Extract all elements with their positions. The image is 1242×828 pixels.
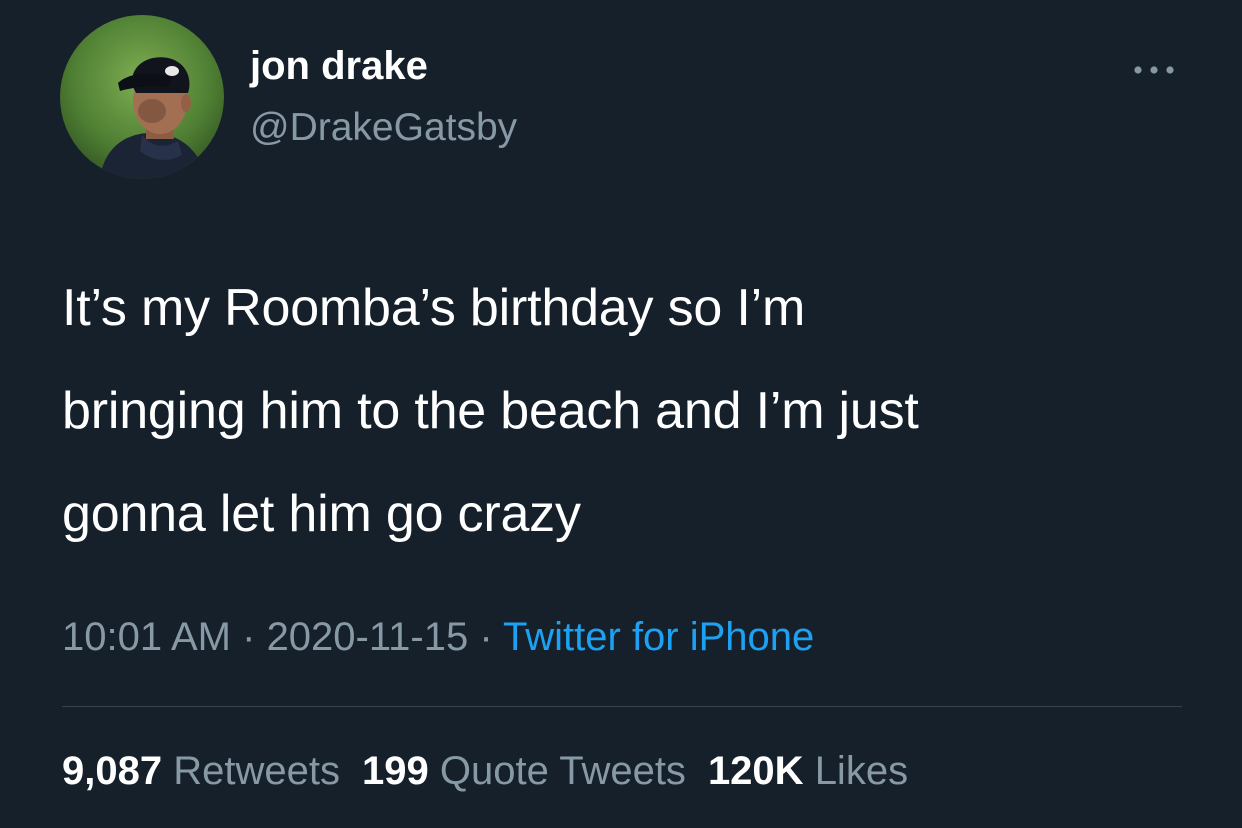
author-display-name[interactable]: jon drake [250,40,428,92]
retweets-stat[interactable]: 9,087 Retweets [62,745,340,797]
quote-tweets-stat[interactable]: 199 Quote Tweets [362,745,686,797]
more-options-button[interactable] [1128,50,1184,90]
meta-separator: · [468,615,504,659]
tweet-time[interactable]: 10:01 AM [62,615,231,659]
meta-separator: · [231,615,267,659]
tweet-text-line: bringing him to the beach and I’m just [62,382,919,440]
avatar[interactable] [60,15,224,179]
retweets-count: 9,087 [62,749,163,793]
retweets-label: Retweets [173,749,340,793]
tweet-stats: 9,087 Retweets 199 Quote Tweets 120K Likes [62,745,930,797]
tweet-card: jon drake @DrakeGatsby It’s my Roomba’s … [0,0,1242,828]
author-handle[interactable]: @DrakeGatsby [250,104,517,152]
likes-stat[interactable]: 120K Likes [708,745,908,797]
likes-count: 120K [707,749,804,793]
tweet-date[interactable]: 2020-11-15 [267,615,469,659]
more-horizontal-icon [1134,66,1174,74]
tweet-text: It’s my Roomba’s birthday so I’m bringin… [62,257,1182,566]
tweet-text-line: gonna let him go crazy [62,485,581,543]
avatar-image [60,15,224,179]
tweet-text-line: It’s my Roomba’s birthday so I’m [62,279,806,337]
divider [62,706,1182,707]
tweet-meta: 10:01 AM · 2020-11-15 · Twitter for iPho… [62,611,814,663]
quote-tweets-label: Quote Tweets [439,749,686,793]
quote-tweets-count: 199 [361,749,429,793]
tweet-source-link[interactable]: Twitter for iPhone [503,615,814,659]
likes-label: Likes [814,749,909,793]
